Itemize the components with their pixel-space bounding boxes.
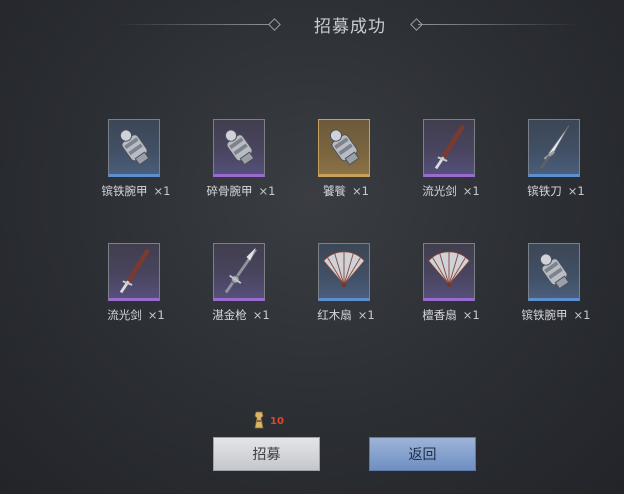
item-quantity: ×1 bbox=[462, 184, 480, 198]
sword-icon bbox=[434, 125, 465, 170]
item-slot[interactable] bbox=[213, 119, 265, 177]
item-quantity: ×1 bbox=[258, 184, 276, 198]
item-label: 湛金枪 ×1 bbox=[186, 307, 296, 323]
reward-item[interactable]: 流光剑 ×1 bbox=[396, 119, 506, 219]
item-label: 镔铁刀 ×1 bbox=[501, 183, 611, 199]
item-name: 湛金枪 bbox=[212, 308, 247, 322]
item-quantity: ×1 bbox=[462, 308, 480, 322]
back-button[interactable]: 返回 bbox=[369, 437, 476, 471]
item-quantity: ×1 bbox=[252, 308, 270, 322]
item-slot[interactable] bbox=[108, 119, 160, 177]
token-icon bbox=[254, 411, 264, 429]
reward-item[interactable]: 流光剑 ×1 bbox=[81, 243, 191, 343]
spear-icon bbox=[224, 247, 257, 294]
reward-item[interactable]: 镔铁腕甲 ×1 bbox=[81, 119, 191, 219]
item-quantity: ×1 bbox=[573, 308, 591, 322]
reward-item[interactable]: 镔铁腕甲 ×1 bbox=[501, 243, 611, 343]
item-label: 流光剑 ×1 bbox=[81, 307, 191, 323]
item-name: 镔铁腕甲 bbox=[521, 308, 568, 322]
item-name: 流光剑 bbox=[422, 184, 457, 198]
item-name: 镔铁刀 bbox=[527, 184, 562, 198]
item-quantity: ×1 bbox=[352, 184, 369, 198]
item-slot[interactable] bbox=[423, 243, 475, 301]
item-name: 饕餮 bbox=[323, 184, 347, 198]
reward-item[interactable]: 红木扇 ×1 bbox=[291, 243, 401, 343]
title-divider-left bbox=[118, 24, 273, 25]
reward-item[interactable]: 镔铁刀 ×1 bbox=[501, 119, 611, 219]
fan-icon bbox=[322, 251, 366, 288]
item-label: 镔铁腕甲 ×1 bbox=[81, 183, 191, 199]
cost-amount: 10 bbox=[270, 416, 284, 427]
item-slot[interactable] bbox=[528, 243, 580, 301]
item-name: 红木扇 bbox=[317, 308, 352, 322]
page-title: 招募成功 bbox=[314, 17, 386, 37]
item-label: 镔铁腕甲 ×1 bbox=[501, 307, 611, 323]
diamond-ornament-left bbox=[268, 18, 281, 31]
blade-icon bbox=[539, 125, 570, 170]
item-name: 碎骨腕甲 bbox=[206, 184, 253, 198]
gauntlet-icon bbox=[539, 253, 570, 290]
item-name: 流光剑 bbox=[107, 308, 142, 322]
gauntlet-icon bbox=[329, 129, 360, 166]
reward-item[interactable]: 湛金枪 ×1 bbox=[186, 243, 296, 343]
item-slot[interactable] bbox=[528, 119, 580, 177]
item-quantity: ×1 bbox=[567, 184, 585, 198]
gauntlet-icon bbox=[119, 129, 150, 166]
item-name: 檀香扇 bbox=[422, 308, 457, 322]
item-slot[interactable] bbox=[108, 243, 160, 301]
reward-item[interactable]: 碎骨腕甲 ×1 bbox=[186, 119, 296, 219]
title-divider-right bbox=[418, 24, 578, 25]
item-quantity: ×1 bbox=[153, 184, 171, 198]
item-label: 碎骨腕甲 ×1 bbox=[186, 183, 296, 199]
sword-icon bbox=[119, 249, 150, 294]
item-slot[interactable] bbox=[423, 119, 475, 177]
title-bar: 招募成功 bbox=[0, 0, 624, 50]
item-name: 镔铁腕甲 bbox=[101, 184, 148, 198]
item-slot[interactable] bbox=[213, 243, 265, 301]
reward-item[interactable]: 檀香扇 ×1 bbox=[396, 243, 506, 343]
item-label: 檀香扇 ×1 bbox=[396, 307, 506, 323]
gauntlet-icon bbox=[224, 129, 255, 166]
item-label: 红木扇 ×1 bbox=[291, 307, 401, 323]
fan-icon bbox=[427, 251, 471, 288]
item-quantity: ×1 bbox=[357, 308, 375, 322]
item-slot[interactable] bbox=[318, 119, 370, 177]
recruit-button[interactable]: 招募 bbox=[213, 437, 320, 471]
item-label: 流光剑 ×1 bbox=[396, 183, 506, 199]
item-quantity: ×1 bbox=[147, 308, 165, 322]
item-slot[interactable] bbox=[318, 243, 370, 301]
reward-item[interactable]: 饕餮 ×1 bbox=[291, 119, 401, 219]
item-label: 饕餮 ×1 bbox=[291, 183, 401, 199]
